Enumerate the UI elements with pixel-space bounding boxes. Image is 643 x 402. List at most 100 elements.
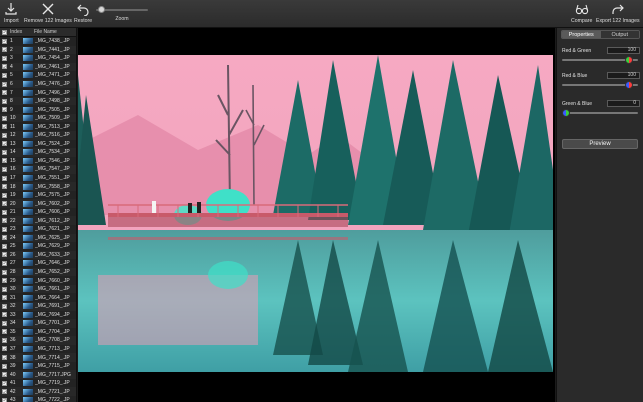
- row-checkbox[interactable]: [2, 158, 7, 164]
- row-checkbox[interactable]: [2, 72, 7, 78]
- list-item[interactable]: 25 _MG_7629_.JP: [0, 242, 76, 251]
- green-blue-slider-knob[interactable]: [562, 109, 570, 117]
- row-checkbox[interactable]: [2, 141, 7, 147]
- list-item[interactable]: 29 _MG_7660_.JP: [0, 276, 76, 285]
- row-checkbox[interactable]: [2, 295, 7, 301]
- row-checkbox[interactable]: [2, 286, 7, 292]
- list-item[interactable]: 17 _MG_7551_.JP: [0, 174, 76, 183]
- row-checkbox[interactable]: [2, 175, 7, 181]
- red-green-value-field[interactable]: 100: [607, 47, 640, 54]
- list-item[interactable]: 18 _MG_7558_.JP: [0, 182, 76, 191]
- row-checkbox[interactable]: [2, 235, 7, 241]
- list-item[interactable]: 27 _MG_7646_.JP: [0, 259, 76, 268]
- remove-images-button[interactable]: Remove 122 Images: [24, 2, 72, 24]
- row-checkbox[interactable]: [2, 201, 7, 207]
- list-item[interactable]: 37 _MG_7713_.JP: [0, 345, 76, 354]
- row-checkbox[interactable]: [2, 226, 7, 232]
- list-item[interactable]: 21 _MG_7606_.JP: [0, 208, 76, 217]
- list-item[interactable]: 15 _MG_7546_.JP: [0, 157, 76, 166]
- list-item[interactable]: 32 _MG_7691_.JP: [0, 301, 76, 311]
- list-item[interactable]: 26 _MG_7633_.JP: [0, 250, 76, 260]
- row-checkbox[interactable]: [2, 312, 7, 318]
- compare-button[interactable]: Compare: [571, 2, 592, 24]
- green-blue-value-field[interactable]: 0: [607, 100, 640, 107]
- zoom-slider-thumb[interactable]: [98, 6, 106, 13]
- list-item[interactable]: 16 _MG_7547_.JP: [0, 165, 76, 174]
- row-checkbox[interactable]: [2, 192, 7, 198]
- list-item[interactable]: 36 _MG_7708_.JP: [0, 336, 76, 345]
- red-blue-slider[interactable]: [562, 81, 638, 89]
- preview-image[interactable]: [78, 55, 553, 372]
- row-checkbox[interactable]: [2, 90, 7, 96]
- list-item[interactable]: 42 _MG_7721_.JP: [0, 387, 76, 396]
- row-checkbox[interactable]: [2, 209, 7, 215]
- preview-button[interactable]: Preview: [562, 139, 638, 149]
- row-checkbox[interactable]: [2, 55, 7, 61]
- row-checkbox[interactable]: [2, 132, 7, 138]
- list-item[interactable]: 35 _MG_7704_.JP: [0, 328, 76, 337]
- row-checkbox[interactable]: [2, 252, 7, 258]
- row-checkbox[interactable]: [2, 115, 7, 121]
- list-item[interactable]: 33 _MG_7694_.JP: [0, 311, 76, 320]
- row-checkbox[interactable]: [2, 355, 7, 360]
- row-checkbox[interactable]: [2, 397, 7, 402]
- list-item[interactable]: 6 _MG_7476_.JP: [0, 79, 76, 89]
- list-item[interactable]: 24 _MG_7625_.JP: [0, 233, 76, 243]
- list-item[interactable]: 34 _MG_7701_.JP: [0, 319, 76, 328]
- list-item[interactable]: 28 _MG_7652_.JP: [0, 267, 76, 277]
- row-checkbox[interactable]: [2, 64, 7, 70]
- column-header-filename[interactable]: File Name: [34, 29, 57, 35]
- row-checkbox[interactable]: [2, 380, 7, 386]
- list-item[interactable]: 8 _MG_7498_.JP: [0, 96, 76, 106]
- tab-properties[interactable]: Properties: [562, 31, 601, 38]
- export-images-button[interactable]: Export 122 Images: [596, 2, 640, 24]
- row-checkbox[interactable]: [2, 166, 7, 172]
- list-item[interactable]: 14 _MG_7534_.JP: [0, 148, 76, 157]
- list-item[interactable]: 10 _MG_7509_.JP: [0, 113, 76, 123]
- row-checkbox[interactable]: [2, 149, 7, 155]
- row-checkbox[interactable]: [2, 184, 7, 190]
- row-checkbox[interactable]: [2, 124, 7, 130]
- list-item[interactable]: 22 _MG_7612_.JP: [0, 216, 76, 226]
- row-checkbox[interactable]: [2, 303, 7, 309]
- list-item[interactable]: 4 _MG_7461_.JP: [0, 62, 76, 72]
- red-green-slider-knob[interactable]: [624, 56, 633, 64]
- list-item[interactable]: 7 _MG_7496_.JP: [0, 88, 76, 97]
- red-blue-slider-knob[interactable]: [624, 81, 633, 89]
- green-blue-slider[interactable]: [562, 109, 638, 117]
- list-item[interactable]: 30 _MG_7661_.JP: [0, 284, 76, 294]
- import-button[interactable]: Import: [4, 2, 19, 24]
- zoom-slider[interactable]: [96, 6, 148, 13]
- list-item[interactable]: 3 _MG_7454_.JP: [0, 54, 76, 63]
- row-checkbox[interactable]: [2, 81, 7, 87]
- row-checkbox[interactable]: [2, 363, 7, 369]
- list-item[interactable]: 12 _MG_7516_.JP: [0, 131, 76, 140]
- list-item[interactable]: 39 _MG_7715_.JP: [0, 362, 76, 371]
- row-checkbox[interactable]: [2, 47, 7, 53]
- row-checkbox[interactable]: [2, 329, 7, 335]
- list-item[interactable]: 2 _MG_7441_.JP: [0, 45, 76, 55]
- row-checkbox[interactable]: [2, 389, 7, 395]
- red-green-slider[interactable]: [562, 56, 638, 64]
- list-item[interactable]: 19 _MG_7575_.JP: [0, 191, 76, 200]
- row-checkbox[interactable]: [2, 243, 7, 249]
- list-item[interactable]: 23 _MG_7621_.JP: [0, 225, 76, 234]
- list-item[interactable]: 31 _MG_7664_.JP: [0, 293, 76, 302]
- list-item[interactable]: 20 _MG_7602_.JP: [0, 199, 76, 208]
- row-checkbox[interactable]: [2, 346, 7, 352]
- row-checkbox[interactable]: [2, 337, 7, 343]
- list-item[interactable]: 43 _MG_7722_.JP: [0, 396, 76, 402]
- select-all-checkbox[interactable]: [1, 29, 7, 35]
- row-checkbox[interactable]: [2, 107, 7, 113]
- row-checkbox[interactable]: [2, 260, 7, 266]
- column-header-index[interactable]: Index: [8, 29, 34, 35]
- row-checkbox[interactable]: [2, 98, 7, 104]
- list-item[interactable]: 9 _MG_7505_.JP: [0, 105, 76, 114]
- list-item[interactable]: 40 _MG_7717.JPG: [0, 370, 76, 379]
- row-checkbox[interactable]: [2, 38, 7, 44]
- red-blue-value-field[interactable]: 100: [607, 72, 640, 79]
- restore-button[interactable]: Restore: [74, 2, 92, 24]
- list-item[interactable]: 13 _MG_7524_.JP: [0, 140, 76, 149]
- row-checkbox[interactable]: [2, 372, 7, 378]
- list-item[interactable]: 38 _MG_7714_.JP: [0, 353, 76, 362]
